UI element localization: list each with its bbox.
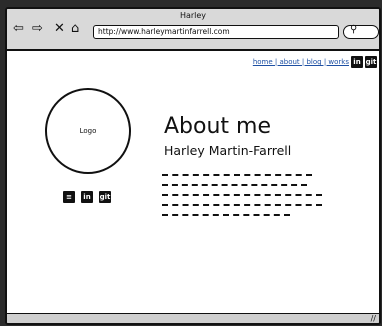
- git-icon[interactable]: git: [99, 191, 111, 203]
- url-text: http://www.harleymartinfarrell.com: [98, 27, 230, 36]
- back-arrow-icon[interactable]: ⇦: [13, 22, 24, 35]
- linkedin-icon[interactable]: in: [81, 191, 93, 203]
- forward-arrow-icon[interactable]: ⇨: [32, 22, 43, 35]
- placeholder-line: [162, 184, 307, 188]
- status-bar: //: [7, 313, 379, 323]
- author-name: Harley Martin-Farrell: [164, 143, 292, 158]
- title-bar: Harley ⇦ ⇨ ✕ ⌂ http://www.harleymartinfa…: [7, 9, 379, 51]
- logo-placeholder: Logo: [45, 88, 131, 174]
- window-title: Harley: [179, 11, 207, 20]
- browser-window: Harley ⇦ ⇨ ✕ ⌂ http://www.harleymartinfa…: [5, 7, 381, 325]
- search-icon: ⚲: [350, 24, 358, 35]
- home-icon[interactable]: ⌂: [71, 22, 79, 35]
- document-icon[interactable]: ≡: [63, 191, 75, 203]
- page-title: About me: [164, 114, 272, 139]
- placeholder-line: [162, 174, 312, 178]
- placeholder-text-block: [162, 174, 327, 224]
- placeholder-line: [162, 214, 290, 218]
- linkedin-icon[interactable]: in: [351, 56, 363, 68]
- git-icon[interactable]: git: [365, 56, 377, 68]
- resize-grip-icon[interactable]: //: [371, 314, 376, 323]
- placeholder-line: [162, 194, 322, 198]
- address-bar[interactable]: http://www.harleymartinfarrell.com: [93, 25, 339, 39]
- logo-text: Logo: [79, 127, 97, 135]
- x-icon[interactable]: ✕: [54, 22, 65, 35]
- search-input[interactable]: ⚲: [343, 24, 379, 39]
- top-nav-links[interactable]: home | about | blog | works: [253, 58, 349, 66]
- placeholder-line: [162, 204, 322, 208]
